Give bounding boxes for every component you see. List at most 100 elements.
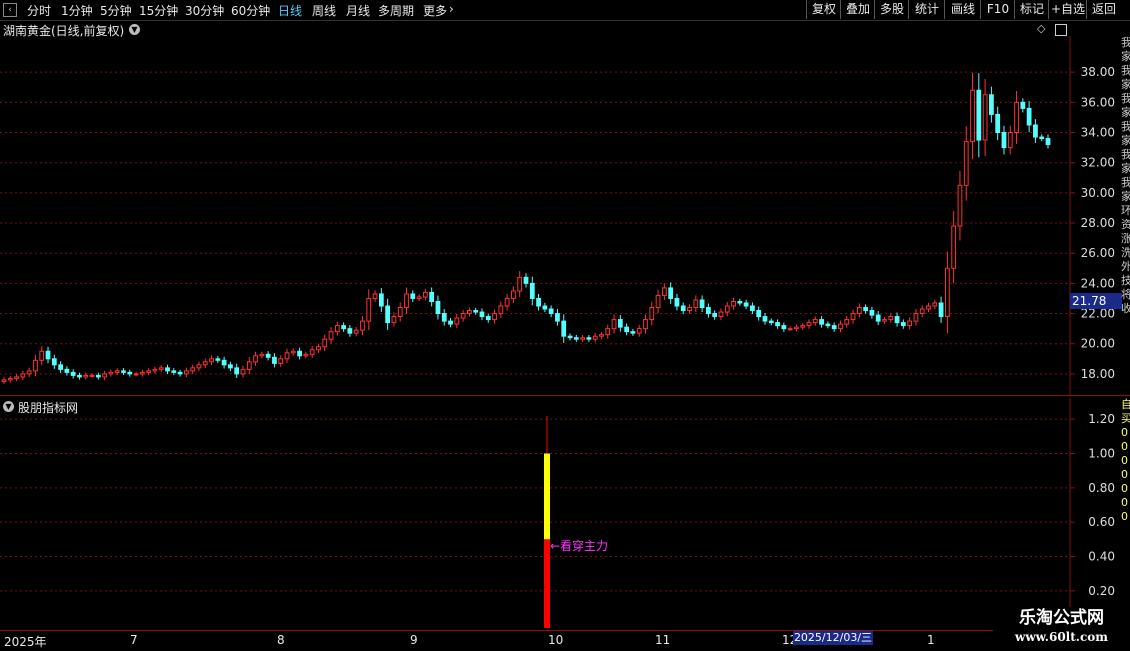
candle-body xyxy=(687,307,692,312)
mark-button[interactable]: 标记 xyxy=(1014,0,1049,19)
more-chevron-icon[interactable]: › xyxy=(449,2,454,16)
candle-body xyxy=(121,370,126,373)
candle-body xyxy=(259,353,265,357)
period-multi[interactable]: 多周期 xyxy=(378,2,414,19)
diamond-icon[interactable]: ◇ xyxy=(1037,22,1045,35)
candle-body xyxy=(624,326,630,333)
candle-body xyxy=(856,307,862,315)
candle-body xyxy=(1033,124,1038,138)
period-60min[interactable]: 60分钟 xyxy=(231,2,270,19)
price-tick-label: 28.00 xyxy=(1081,216,1115,230)
candle-body xyxy=(737,300,743,304)
candle-body xyxy=(838,323,843,330)
overlay-button[interactable]: 叠加 xyxy=(840,0,875,19)
period-daily[interactable]: 日线 xyxy=(278,2,302,19)
candle-body xyxy=(309,349,315,355)
candle-body xyxy=(347,328,353,334)
period-intraday[interactable]: 分时 xyxy=(27,2,51,19)
candle-body xyxy=(165,367,170,372)
price-tick-label: 34.00 xyxy=(1081,126,1115,140)
candle-body xyxy=(989,94,994,115)
period-30min[interactable]: 30分钟 xyxy=(185,2,224,19)
indicator-chart: 1.20 1.00 0.80 0.60 0.40 0.20 xyxy=(0,398,1115,630)
period-weekly[interactable]: 周线 xyxy=(312,2,336,19)
back-icon[interactable]: ‹ xyxy=(3,3,17,17)
candle-body xyxy=(567,335,573,339)
candle-body xyxy=(661,287,667,296)
candle-body xyxy=(378,293,384,307)
candle-body xyxy=(448,320,453,325)
candle-body xyxy=(372,293,378,299)
candle-body xyxy=(240,368,246,375)
stats-button[interactable]: 统计 xyxy=(908,0,945,19)
candle-body xyxy=(794,326,799,330)
candle-body xyxy=(83,374,89,378)
candle-body xyxy=(756,310,762,318)
multi-stock-button[interactable]: 多股 xyxy=(874,0,909,19)
signal-bar-yellow xyxy=(544,453,550,540)
date-axis: 2025年 7 8 9 10 11 12 1 xyxy=(0,630,1130,651)
candle-body xyxy=(473,310,479,313)
candle-body xyxy=(328,331,334,340)
price-tick-label: 26.00 xyxy=(1081,246,1115,260)
candle-body xyxy=(146,370,152,373)
window-toggle-icon[interactable] xyxy=(1055,24,1067,36)
candle-body xyxy=(630,331,636,334)
candle-body xyxy=(479,311,485,318)
date-label-jul: 7 xyxy=(130,633,138,647)
candle-body xyxy=(762,316,768,322)
indicator-tick-label: 0.80 xyxy=(1088,481,1115,495)
candle-body xyxy=(976,89,982,141)
candle-body xyxy=(825,323,831,327)
candle-body xyxy=(617,319,623,328)
adjust-button[interactable]: 复权 xyxy=(806,0,841,19)
candle-body xyxy=(894,316,900,324)
candle-body xyxy=(907,320,913,327)
candle-body xyxy=(246,361,252,370)
candle-body xyxy=(649,307,655,321)
period-monthly[interactable]: 月线 xyxy=(346,2,370,19)
candle-body xyxy=(561,320,567,337)
candle-body xyxy=(366,297,372,322)
candle-body xyxy=(89,374,95,377)
price-tick-label: 32.00 xyxy=(1081,156,1115,170)
candle-body xyxy=(45,350,51,360)
candle-body xyxy=(404,293,409,309)
draw-line-button[interactable]: 画线 xyxy=(944,0,981,19)
candle-body xyxy=(699,299,705,309)
candle-body xyxy=(542,305,548,310)
candle-body xyxy=(643,319,648,330)
candle-body xyxy=(1,379,7,382)
period-15min[interactable]: 15分钟 xyxy=(139,2,178,19)
candle-body xyxy=(429,291,435,302)
add-watchlist-button[interactable]: +自选 xyxy=(1048,0,1087,19)
candle-body xyxy=(888,316,894,321)
candle-body xyxy=(33,359,38,372)
candle-body xyxy=(177,371,183,375)
period-5min[interactable]: 5分钟 xyxy=(100,2,132,19)
period-toolbar: ‹ 分时 1分钟 5分钟 15分钟 30分钟 60分钟 日线 周线 月线 多周期… xyxy=(0,0,1130,21)
date-label-year: 2025年 xyxy=(4,635,47,649)
candle-body xyxy=(963,141,969,186)
return-button[interactable]: 返回 xyxy=(1086,0,1121,19)
candle-body xyxy=(284,352,290,360)
candle-body xyxy=(831,325,837,330)
candle-body xyxy=(454,317,460,325)
candle-body xyxy=(334,325,340,333)
candle-body xyxy=(913,313,919,322)
candle-body xyxy=(900,322,906,327)
indicator-tick-label: 1.20 xyxy=(1088,412,1115,426)
candle-body xyxy=(215,358,221,361)
date-label-aug: 8 xyxy=(277,633,285,647)
candle-body xyxy=(152,368,158,372)
period-1min[interactable]: 1分钟 xyxy=(61,2,93,19)
candle-body xyxy=(529,282,535,299)
date-label-sep: 9 xyxy=(410,633,418,647)
period-more[interactable]: 更多 xyxy=(423,2,447,19)
candle-body xyxy=(806,322,812,327)
date-label-nov: 11 xyxy=(655,633,671,647)
candle-body xyxy=(724,305,730,313)
candle-body xyxy=(1026,107,1032,126)
f10-button[interactable]: F10 xyxy=(980,0,1015,19)
title-dropdown-icon[interactable]: ▼ xyxy=(129,24,140,35)
